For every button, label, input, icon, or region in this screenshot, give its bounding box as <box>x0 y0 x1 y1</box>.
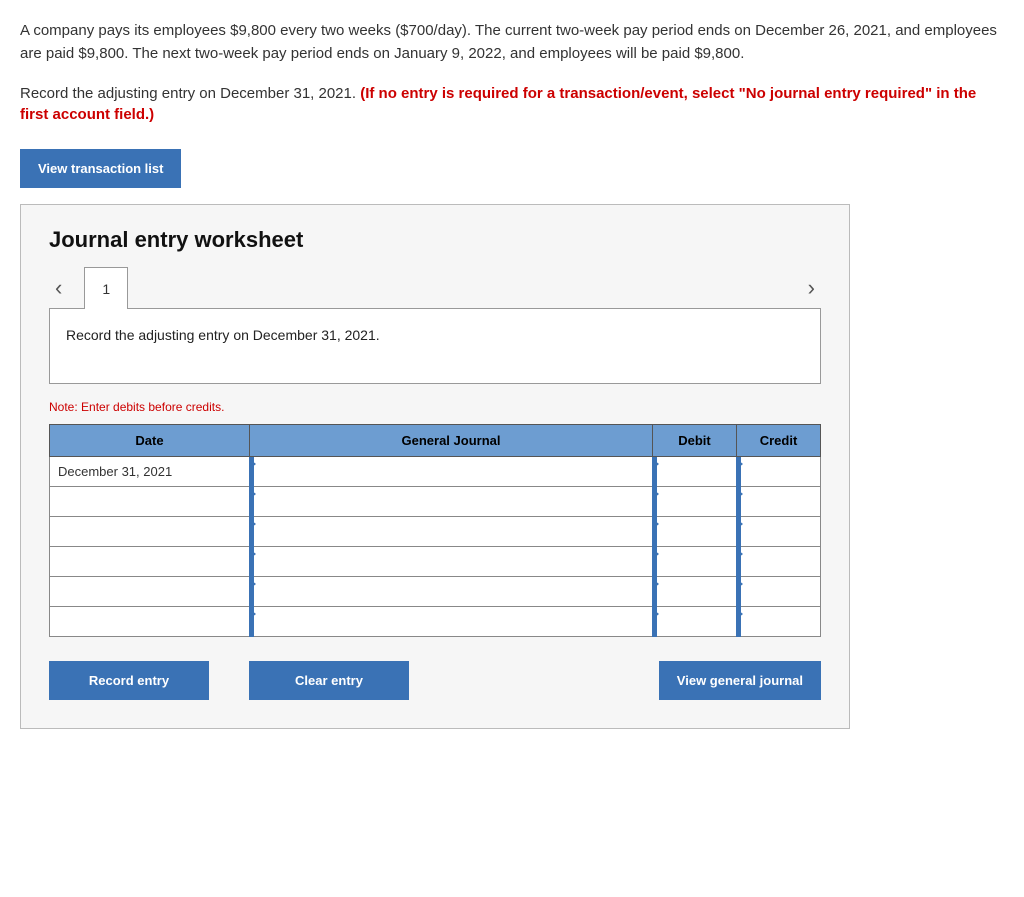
problem-instruction: Record the adjusting entry on December 3… <box>20 83 1004 125</box>
next-entry-arrow-icon[interactable]: › <box>802 275 821 301</box>
general-journal-cell[interactable] <box>250 517 653 547</box>
credit-cell[interactable] <box>737 547 821 577</box>
col-header-credit: Credit <box>737 425 821 457</box>
date-cell[interactable] <box>50 487 250 517</box>
table-row <box>50 607 821 637</box>
date-cell[interactable] <box>50 517 250 547</box>
col-header-debit: Debit <box>653 425 737 457</box>
view-general-journal-button[interactable]: View general journal <box>659 661 821 700</box>
col-header-date: Date <box>50 425 250 457</box>
step-instruction-box: Record the adjusting entry on December 3… <box>49 308 821 384</box>
debit-cell[interactable] <box>653 607 737 637</box>
view-transaction-list-button[interactable]: View transaction list <box>20 149 181 188</box>
instruction-plain: Record the adjusting entry on December 3… <box>20 85 360 102</box>
general-journal-cell[interactable] <box>250 457 653 487</box>
debit-cell[interactable] <box>653 457 737 487</box>
prev-entry-arrow-icon[interactable]: ‹ <box>49 275 68 301</box>
table-row <box>50 517 821 547</box>
journal-worksheet-panel: Journal entry worksheet ‹ 1 › Record the… <box>20 204 850 729</box>
date-cell[interactable]: December 31, 2021 <box>50 457 250 487</box>
debit-cell[interactable] <box>653 547 737 577</box>
table-row <box>50 487 821 517</box>
general-journal-cell[interactable] <box>250 487 653 517</box>
date-cell[interactable] <box>50 577 250 607</box>
table-row: December 31, 2021 <box>50 457 821 487</box>
clear-entry-button[interactable]: Clear entry <box>249 661 409 700</box>
credit-cell[interactable] <box>737 487 821 517</box>
entry-tab-1[interactable]: 1 <box>84 267 128 309</box>
credit-cell[interactable] <box>737 577 821 607</box>
col-header-general-journal: General Journal <box>250 425 653 457</box>
credit-cell[interactable] <box>737 517 821 547</box>
date-cell[interactable] <box>50 547 250 577</box>
table-row <box>50 577 821 607</box>
debit-cell[interactable] <box>653 577 737 607</box>
debit-cell[interactable] <box>653 487 737 517</box>
journal-entry-table: Date General Journal Debit Credit Decemb… <box>49 424 821 637</box>
general-journal-cell[interactable] <box>250 607 653 637</box>
general-journal-cell[interactable] <box>250 547 653 577</box>
debits-before-credits-note: Note: Enter debits before credits. <box>49 400 821 414</box>
problem-paragraph: A company pays its employees $9,800 ever… <box>20 20 1004 65</box>
debit-cell[interactable] <box>653 517 737 547</box>
date-cell[interactable] <box>50 607 250 637</box>
record-entry-button[interactable]: Record entry <box>49 661 209 700</box>
general-journal-cell[interactable] <box>250 577 653 607</box>
worksheet-title: Journal entry worksheet <box>49 227 821 253</box>
table-row <box>50 547 821 577</box>
credit-cell[interactable] <box>737 457 821 487</box>
credit-cell[interactable] <box>737 607 821 637</box>
